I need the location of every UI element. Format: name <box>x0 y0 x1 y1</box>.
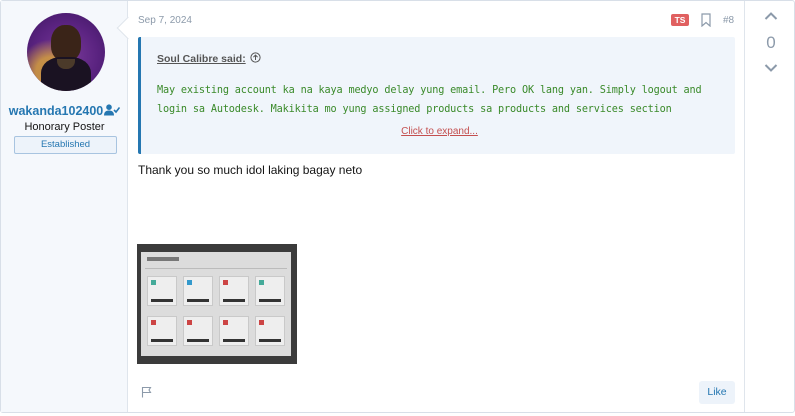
post-body: Thank you so much idol laking bagay neto <box>138 163 363 177</box>
avatar[interactable] <box>27 13 105 91</box>
post-main: Sep 7, 2024 TS #8 Soul Calibre said: May… <box>128 1 744 412</box>
vote-column: 0 <box>744 1 795 412</box>
click-to-expand-link[interactable]: Click to expand... <box>141 126 738 137</box>
quote-block: Soul Calibre said: May existing account … <box>138 37 735 154</box>
forum-post: wakanda102400 Honorary Poster Establishe… <box>0 0 795 413</box>
quote-header: Soul Calibre said: <box>157 52 261 65</box>
vote-score: 0 <box>766 33 776 52</box>
username-row: wakanda102400 <box>1 102 128 120</box>
flag-icon[interactable] <box>141 386 153 398</box>
quote-text: May existing account ka na kaya medyo de… <box>157 85 702 115</box>
user-badge: Established <box>14 136 117 154</box>
attachment-image[interactable] <box>137 244 297 364</box>
username[interactable]: wakanda102400 <box>9 104 104 118</box>
user-title: Honorary Poster <box>24 121 105 133</box>
arrow-up-circle-icon[interactable] <box>250 52 261 63</box>
post-number[interactable]: #8 <box>723 15 734 26</box>
chevron-up-icon[interactable] <box>763 8 779 24</box>
user-column: wakanda102400 Honorary Poster Establishe… <box>1 1 140 412</box>
thread-starter-badge: TS <box>671 14 689 26</box>
like-button[interactable]: Like <box>699 381 735 404</box>
verified-user-icon <box>104 104 121 116</box>
quote-author[interactable]: Soul Calibre said: <box>157 53 246 65</box>
bookmark-icon[interactable] <box>700 13 712 27</box>
chevron-down-icon[interactable] <box>763 60 779 76</box>
post-date[interactable]: Sep 7, 2024 <box>138 15 192 26</box>
